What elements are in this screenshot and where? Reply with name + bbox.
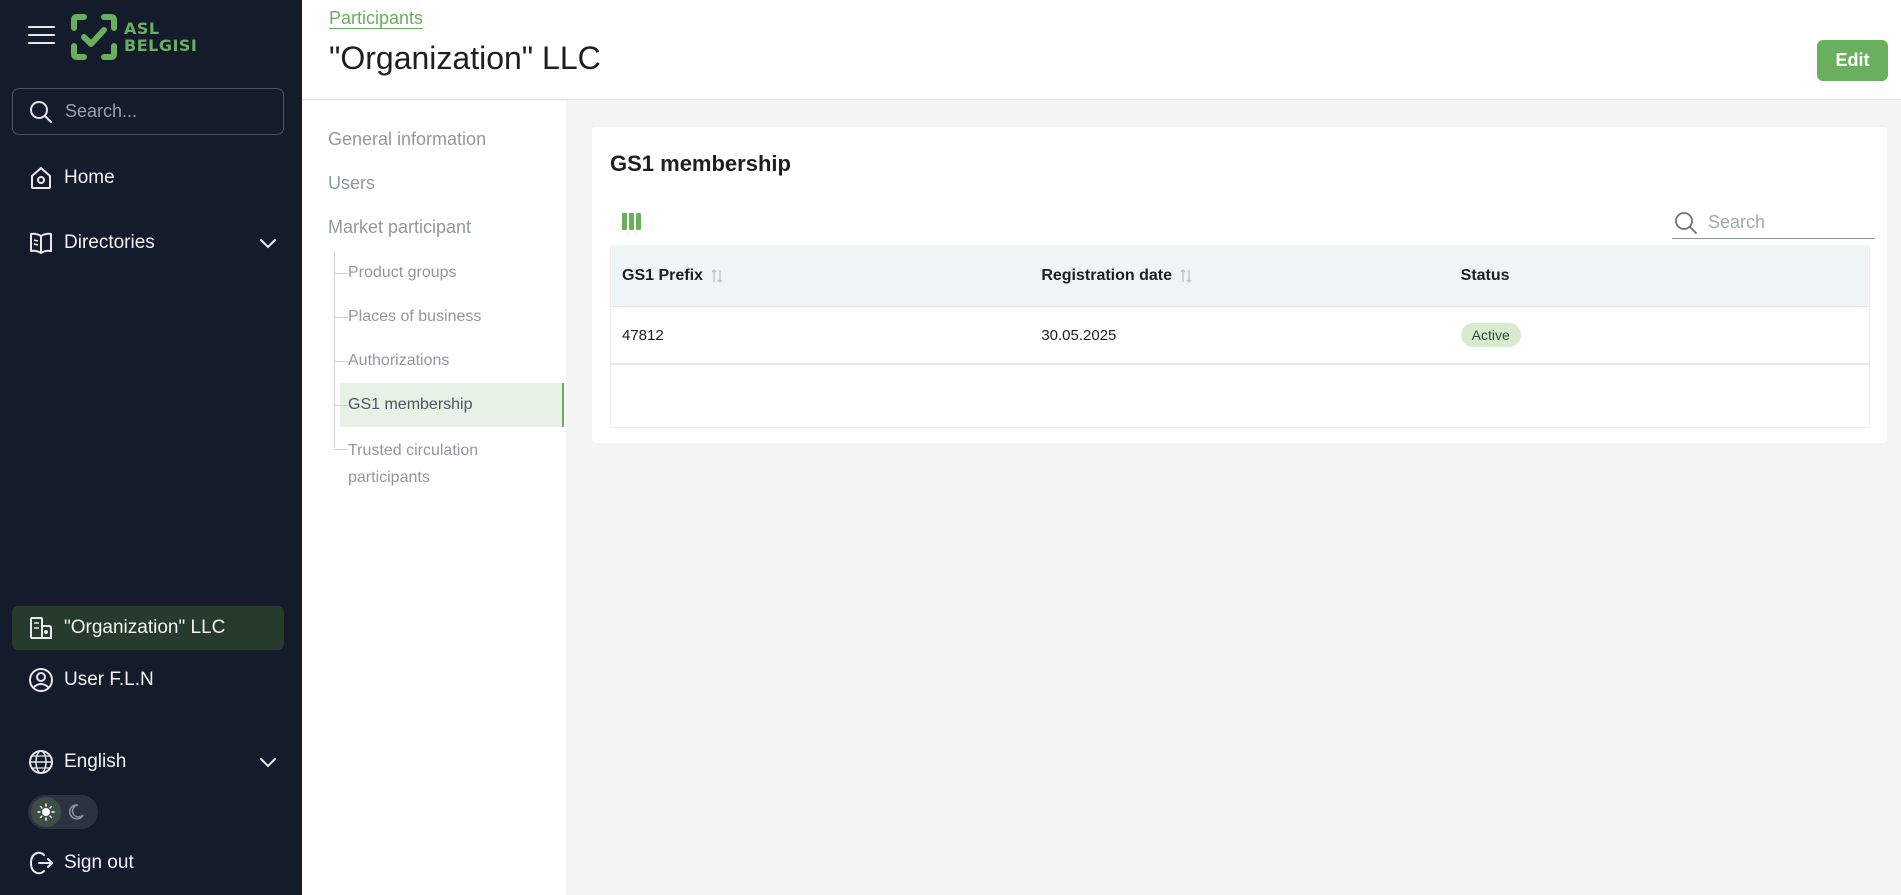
gs1-table: GS1 Prefix Registration date Status 4781…	[610, 245, 1870, 428]
tab-general-information[interactable]: General information	[328, 129, 486, 150]
section-nav: General information Users Market partici…	[302, 101, 566, 895]
sidebar-search-input[interactable]	[63, 100, 263, 123]
chevron-down-icon	[260, 758, 276, 768]
column-header-status: Status	[1450, 267, 1869, 285]
edit-button[interactable]: Edit	[1817, 40, 1888, 81]
search-icon	[30, 100, 52, 123]
theme-toggle	[28, 795, 98, 829]
column-header-registration-date: Registration date	[1030, 267, 1449, 285]
card-title: GS1 membership	[610, 151, 791, 176]
status-badge: Active	[1460, 323, 1521, 347]
sign-out-label: Sign out	[64, 852, 134, 873]
user-label: User F.L.N	[64, 669, 154, 690]
tab-trusted-circulation-participants[interactable]: Trusted circulation participants	[334, 427, 480, 487]
tree-connector	[334, 251, 335, 448]
user-icon	[28, 667, 54, 693]
tab-places-of-business[interactable]: Places of business	[334, 295, 564, 339]
sun-icon	[37, 803, 55, 821]
home-icon	[28, 165, 54, 191]
gs1-membership-card: GS1 membership GS1 Prefix Registration d…	[592, 127, 1887, 443]
nav-home[interactable]: Home	[12, 156, 284, 200]
tab-users[interactable]: Users	[328, 173, 375, 194]
menu-icon[interactable]	[28, 26, 55, 46]
sign-out-button[interactable]: Sign out	[12, 841, 284, 885]
sign-out-icon	[28, 850, 54, 876]
tab-authorizations[interactable]: Authorizations	[334, 339, 564, 383]
logo-check-icon	[71, 14, 117, 60]
cell-registration-date: 30.05.2025	[1041, 326, 1117, 344]
logo-line-1: ASL	[124, 19, 160, 38]
language-selector[interactable]: English	[12, 740, 284, 784]
tab-gs1-membership[interactable]: GS1 membership	[334, 383, 564, 427]
nav-user[interactable]: User F.L.N	[12, 658, 284, 702]
sidebar: ASL BELGISI Home Directories "Organizati…	[0, 0, 302, 895]
table-row[interactable]: 47812 30.05.2025 Active	[611, 307, 1869, 365]
organization-label: "Organization" LLC	[64, 617, 226, 638]
page-header: Participants "Organization" LLC Edit	[302, 0, 1901, 100]
breadcrumb-participants[interactable]: Participants	[329, 8, 424, 29]
column-label: Registration date	[1041, 266, 1173, 284]
sort-icon[interactable]	[711, 268, 723, 284]
column-label: GS1 Prefix	[622, 266, 703, 284]
column-label: Status	[1460, 266, 1510, 284]
logo-text: ASL BELGISI	[124, 20, 197, 54]
search-icon	[1675, 211, 1697, 234]
cell-status: Active	[1450, 323, 1869, 347]
sort-icon[interactable]	[1180, 268, 1192, 284]
book-icon	[28, 230, 54, 256]
current-organization[interactable]: "Organization" LLC	[12, 606, 284, 650]
logo[interactable]: ASL BELGISI	[70, 14, 197, 60]
table-header: GS1 Prefix Registration date Status	[611, 245, 1869, 307]
columns-settings-icon[interactable]	[622, 213, 642, 231]
cell-gs1-prefix: 47812	[622, 326, 664, 344]
page-title: "Organization" LLC	[329, 40, 601, 76]
moon-icon	[68, 804, 84, 820]
light-theme-button[interactable]	[31, 797, 61, 827]
table-search-input[interactable]	[1706, 211, 1866, 234]
organization-icon	[28, 615, 54, 641]
nav-directories[interactable]: Directories	[12, 221, 284, 265]
tab-market-participant[interactable]: Market participant	[328, 217, 471, 238]
chevron-down-icon	[260, 239, 276, 249]
logo-line-2: BELGISI	[124, 36, 198, 55]
column-header-gs1-prefix: GS1 Prefix	[611, 267, 1030, 285]
nav-directories-label: Directories	[64, 232, 155, 253]
globe-icon	[28, 749, 54, 775]
table-search	[1672, 207, 1875, 239]
nav-home-label: Home	[64, 167, 115, 188]
language-label: English	[64, 751, 127, 772]
dark-theme-button[interactable]	[61, 797, 91, 827]
tab-product-groups[interactable]: Product groups	[334, 251, 564, 295]
sidebar-search	[12, 88, 284, 135]
